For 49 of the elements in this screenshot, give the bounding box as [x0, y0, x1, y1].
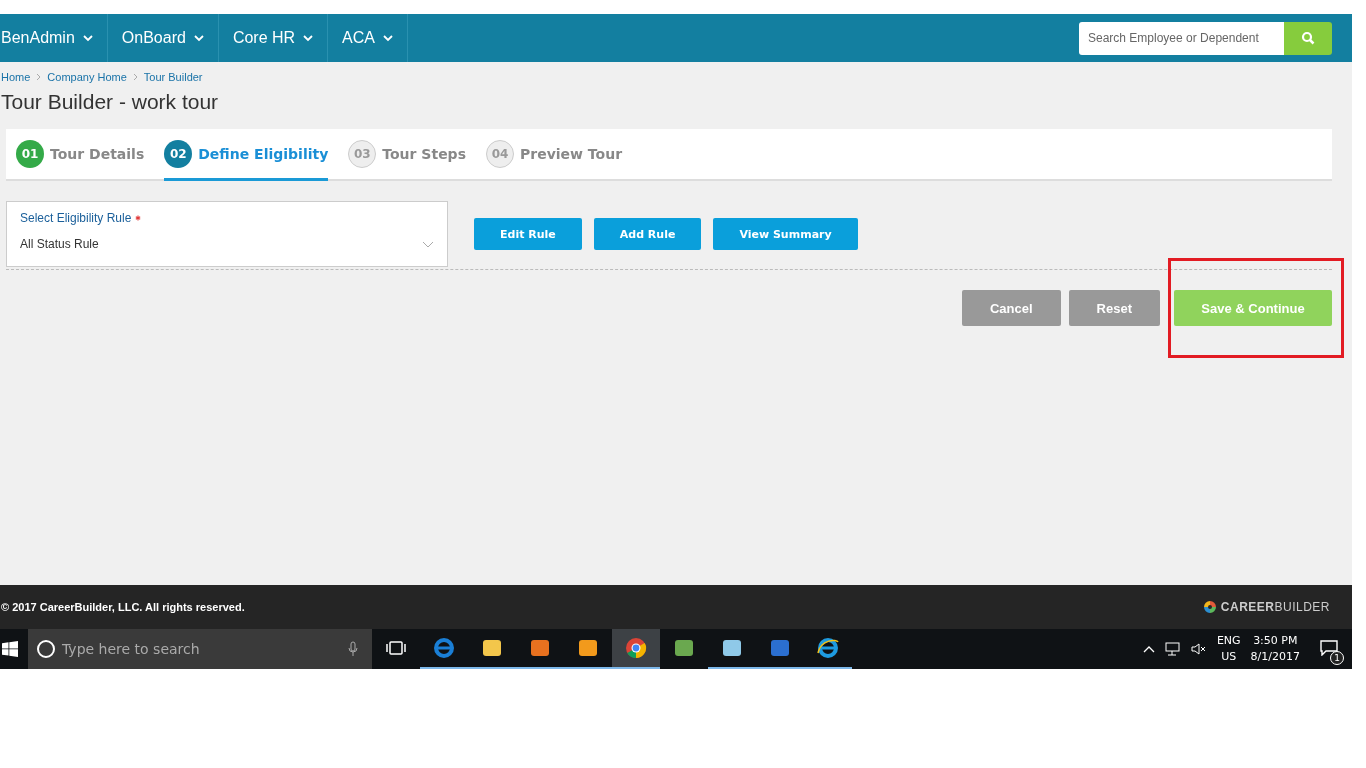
breadcrumb-link[interactable]: Home — [1, 71, 31, 83]
rule-button[interactable]: Add Rule — [593, 218, 702, 250]
browser-icon — [625, 637, 647, 659]
copyright-text: © 2017 CareerBuilder, LLC. All rights reserved. — [1, 601, 245, 613]
chevron-down-icon — [422, 240, 434, 248]
browser-icon — [817, 637, 839, 659]
step-tab[interactable]: 01 Tour Details — [16, 129, 145, 181]
logo-icon — [1203, 601, 1216, 613]
page-title: Tour Builder - work tour — [1, 90, 220, 115]
chevron-right-icon — [36, 73, 42, 81]
speaker-muted-icon[interactable] — [1190, 643, 1207, 655]
taskbar-app[interactable] — [612, 629, 660, 669]
rule-button[interactable]: Edit Rule — [474, 218, 582, 250]
chevron-down-icon — [82, 34, 93, 42]
logo-text: CAREERBUILDER — [1220, 600, 1330, 614]
microphone-icon[interactable] — [348, 641, 358, 657]
taskbar-search-field[interactable]: Type here to search — [28, 629, 372, 669]
chevron-down-icon — [303, 34, 314, 42]
browser-icon — [433, 637, 455, 659]
dropdown-value: All Status Rule — [20, 237, 99, 251]
clock[interactable]: 3:50 PM 8/1/2017 — [1250, 633, 1300, 665]
step-tab[interactable]: 04 Preview Tour — [486, 129, 623, 181]
step-tab[interactable]: 02 Define Eligibility — [164, 129, 329, 181]
step-number: 03 — [348, 139, 377, 168]
action-button[interactable]: Cancel — [961, 290, 1061, 326]
task-view-icon — [386, 640, 406, 656]
search-field[interactable]: Search Employee or Dependent — [1079, 21, 1284, 55]
search-icon — [1301, 31, 1315, 45]
caret-up-icon[interactable] — [1142, 645, 1155, 653]
search-button[interactable] — [1284, 21, 1332, 55]
field-label: Select Eligibility Rule — [20, 211, 132, 225]
breadcrumb-link[interactable]: Company Home — [47, 71, 127, 83]
step-number: 02 — [164, 139, 193, 168]
circle-icon — [36, 639, 56, 659]
chevron-down-icon — [193, 34, 204, 42]
notification-count: 1 — [1330, 650, 1344, 665]
windows-logo-icon[interactable] — [2, 641, 18, 657]
breadcrumb-link[interactable]: Tour Builder — [143, 71, 203, 83]
step-number: 01 — [16, 139, 44, 168]
rule-dropdown[interactable]: Select Eligibility Rule All Status Rule — [6, 201, 448, 267]
step-tab[interactable]: 03 Tour Steps — [348, 129, 466, 181]
rule-button[interactable]: View Summary — [713, 218, 858, 250]
chevron-right-icon — [132, 73, 138, 81]
message-icon[interactable] — [1320, 639, 1338, 656]
action-button[interactable]: Reset — [1068, 290, 1160, 326]
language-indicator[interactable]: ENG US — [1216, 633, 1241, 665]
chevron-down-icon — [383, 34, 393, 42]
network-icon[interactable] — [1164, 642, 1181, 656]
step-number: 04 — [486, 139, 514, 168]
